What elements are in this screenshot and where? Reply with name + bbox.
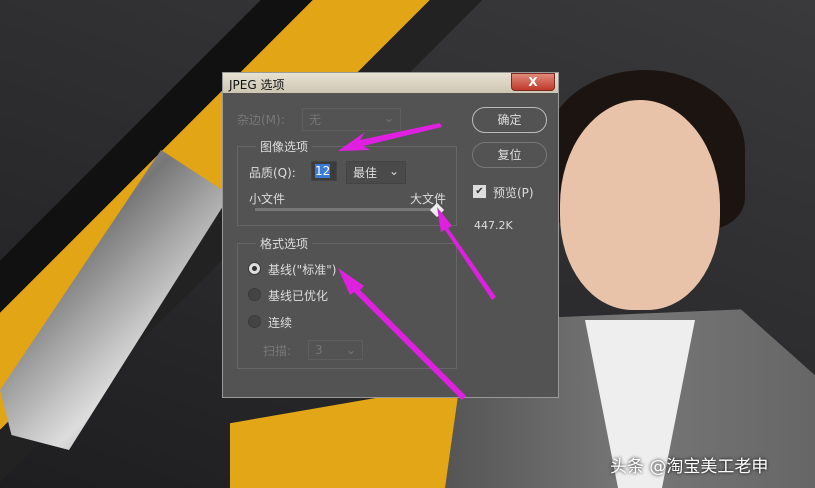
matte-select: 无 ⌄ (302, 108, 401, 131)
quality-slider-track[interactable] (255, 208, 438, 211)
file-size: 447.2K (474, 219, 513, 232)
matte-label: 杂边(M): (237, 113, 285, 127)
format-options-title: 格式选项 (256, 235, 313, 252)
jpeg-options-dialog: JPEG 选项 X 杂边(M): 无 ⌄ 图像选项 品质(Q): 12 最佳 ⌄ 小… (222, 72, 559, 398)
preview-checkbox[interactable]: ✔ (473, 185, 486, 198)
scans-select: 3 ⌄ (308, 340, 363, 360)
radio-progressive[interactable] (248, 315, 261, 328)
baseline-optimized-label: 基线已优化 (268, 289, 329, 303)
baseline-standard-label: 基线("标准") (268, 263, 337, 277)
format-options-group: 格式选项 基线("标准") 基线已优化 连续 扫描: 3 ⌄ (237, 235, 457, 369)
progressive-label: 连续 (268, 316, 293, 330)
small-file-label: 小文件 (249, 192, 286, 206)
dialog-title: JPEG 选项 (229, 78, 285, 92)
quality-label: 品质(Q): (249, 166, 296, 180)
close-button[interactable]: X (511, 73, 555, 91)
image-options-title: 图像选项 (256, 138, 313, 155)
scans-label: 扫描: (263, 344, 292, 358)
ok-button[interactable]: 确定 (472, 107, 547, 133)
preview-label: 预览(P) (493, 186, 534, 200)
image-options-group: 图像选项 品质(Q): 12 最佳 ⌄ 小文件 大文件 (237, 138, 457, 226)
quality-input[interactable]: 12 (311, 161, 337, 181)
reset-button[interactable]: 复位 (472, 142, 547, 168)
large-file-label: 大文件 (410, 192, 447, 206)
radio-baseline-standard[interactable] (248, 262, 261, 275)
quality-preset-select[interactable]: 最佳 ⌄ (346, 161, 406, 184)
radio-baseline-optimized[interactable] (248, 288, 261, 301)
watermark: 头条 @淘宝美工老申 (610, 457, 769, 477)
title-bar[interactable]: JPEG 选项 X (223, 73, 558, 93)
